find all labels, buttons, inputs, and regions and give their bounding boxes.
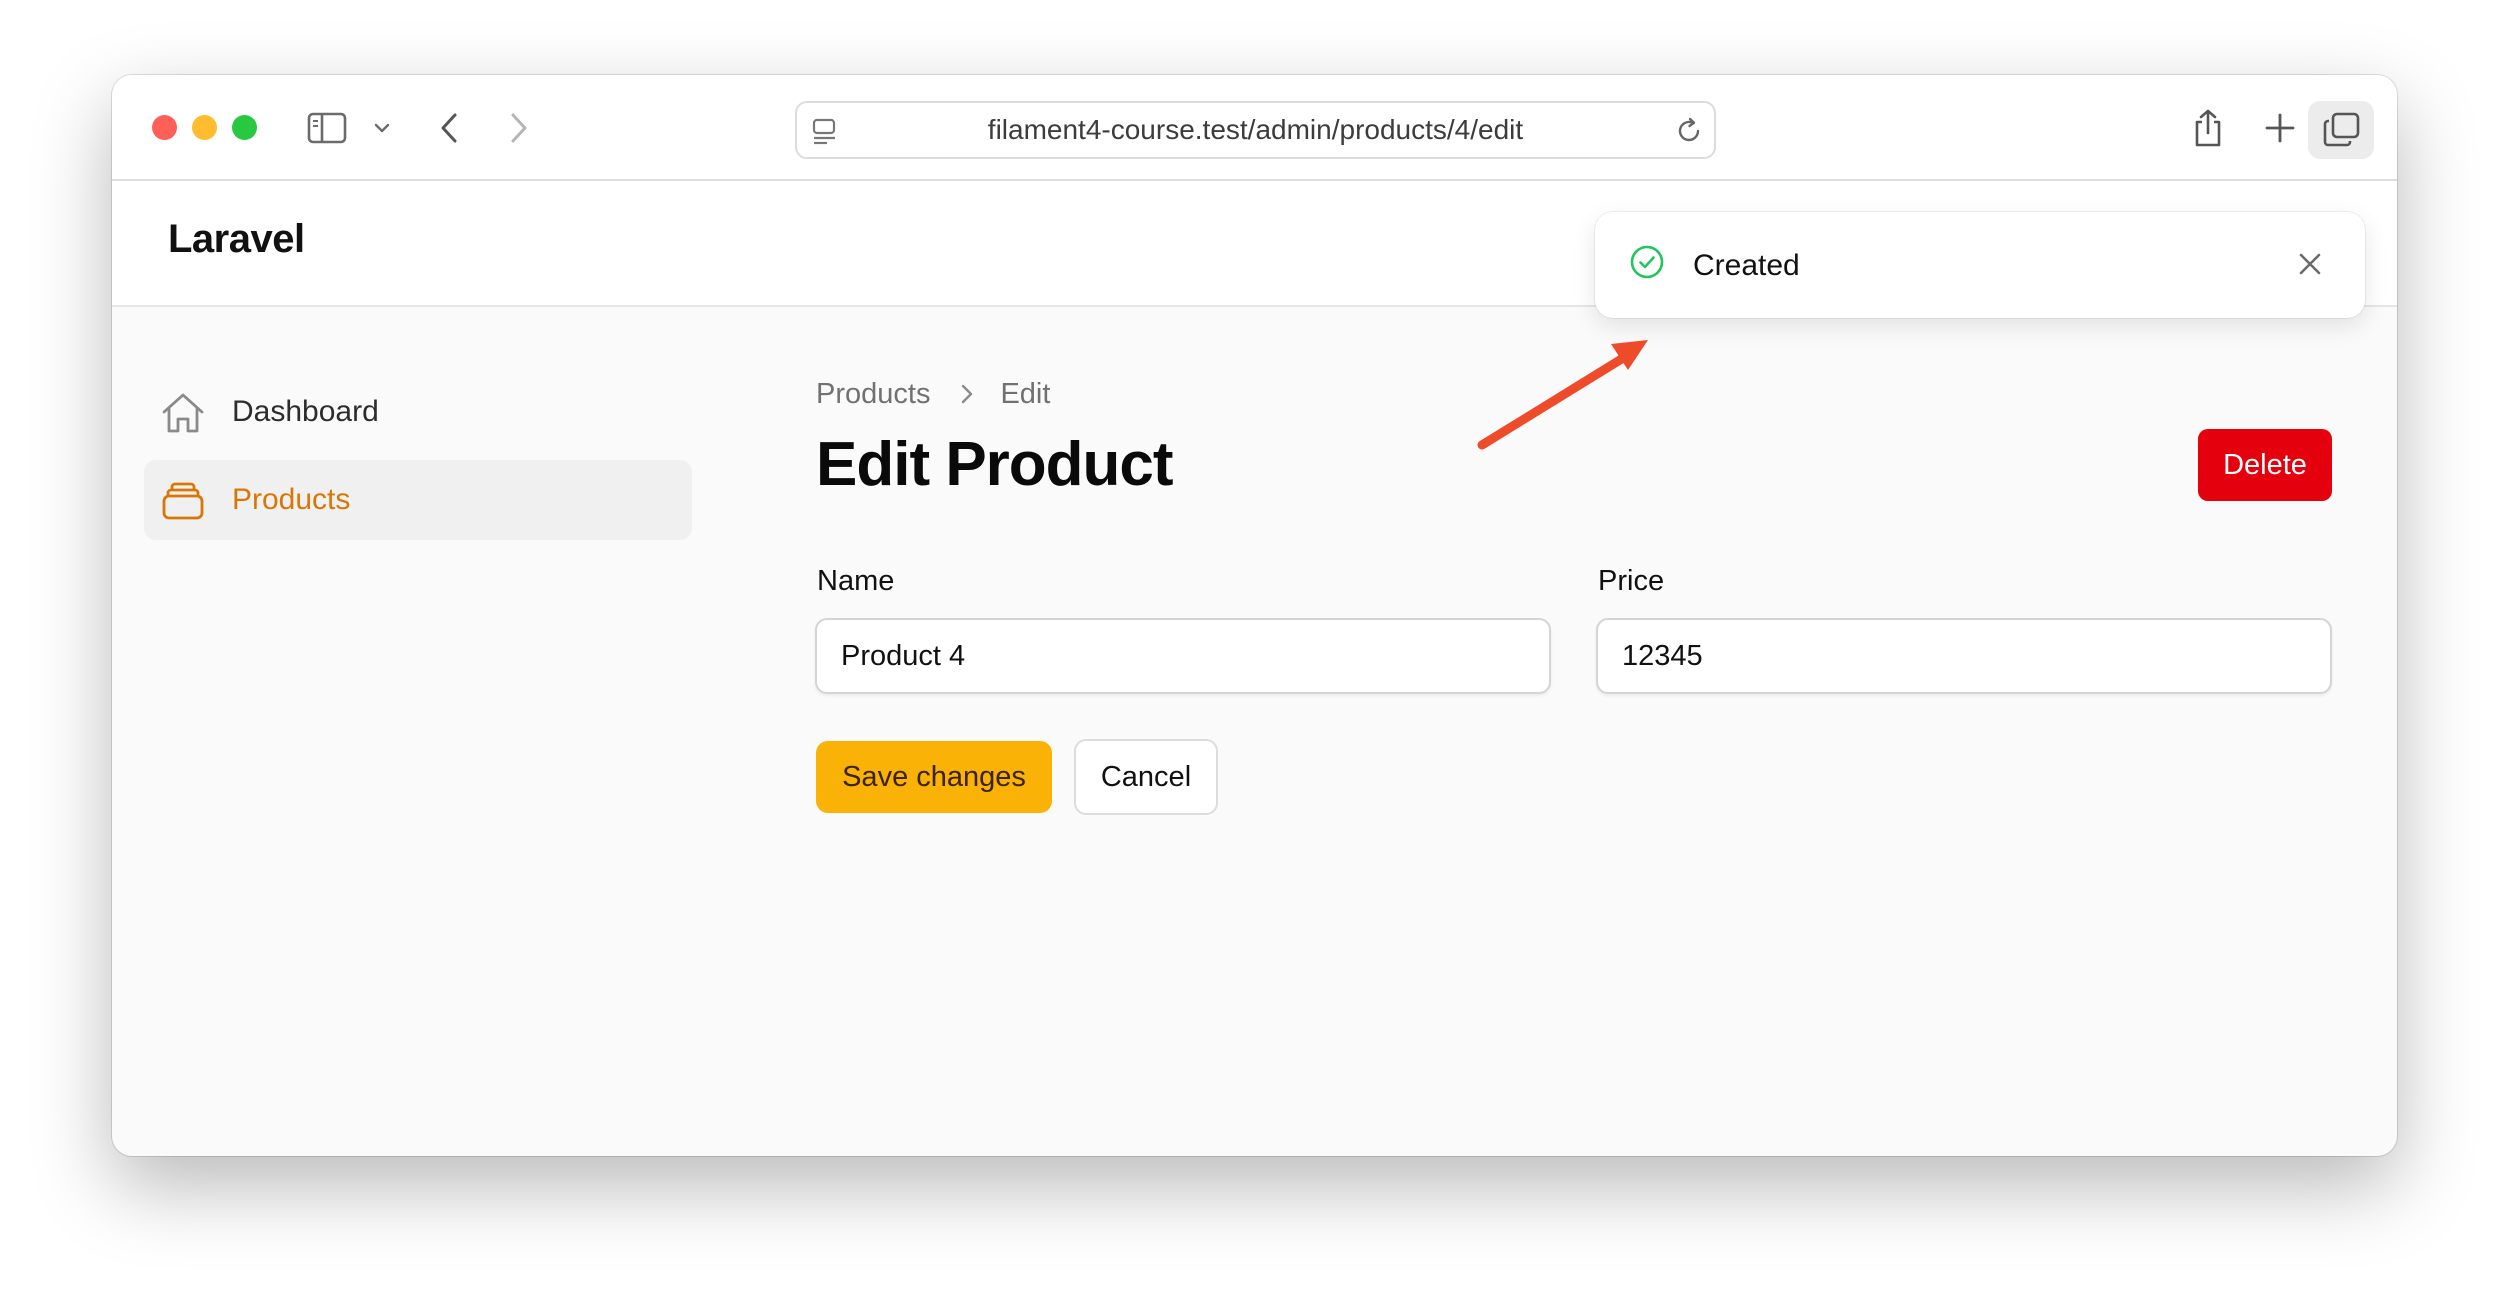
new-tab-icon[interactable] [2260,105,2300,151]
chevron-down-icon[interactable] [370,105,394,151]
minimize-window-button[interactable] [192,115,217,140]
page-title: Edit Product [816,430,1174,499]
reload-icon[interactable] [1674,116,1704,151]
share-icon[interactable] [2188,105,2228,151]
price-label: Price [1598,565,1665,597]
tab-overview-button[interactable] [2308,101,2374,159]
forward-arrow-icon[interactable] [504,105,534,151]
breadcrumb-link-products[interactable]: Products [816,378,930,411]
name-input[interactable]: Product 4 [815,618,1551,694]
breadcrumb: Products Edit [816,374,1050,414]
zoom-window-button[interactable] [232,115,257,140]
home-icon [160,390,206,441]
notification-toast: Created [1595,212,2365,318]
back-arrow-icon[interactable] [434,105,464,151]
breadcrumb-current: Edit [1000,377,1051,410]
url-text: filament4-course.test/admin/products/4/e… [987,114,1524,145]
browser-toolbar: filament4-course.test/admin/products/4/e… [112,75,2397,181]
rectangle-stack-icon [160,478,206,529]
sidebar-item-label: Dashboard [232,395,379,428]
sidebar-item-label: Products [232,483,351,516]
brand-logo[interactable]: Laravel [168,217,305,262]
sidebar-item-dashboard[interactable]: Dashboard [144,372,692,452]
notification-title: Created [1693,249,1800,282]
delete-button[interactable]: Delete [2198,429,2332,501]
chevron-right-icon [960,383,974,405]
cancel-button[interactable]: Cancel [1074,739,1218,815]
close-window-button[interactable] [152,115,177,140]
tab-overview-icon [2323,112,2360,147]
close-icon[interactable] [2295,249,2325,284]
check-circle-icon [1628,243,1666,286]
save-changes-button[interactable]: Save changes [816,741,1052,813]
address-bar[interactable]: filament4-course.test/admin/products/4/e… [795,101,1716,159]
sidebar-item-products[interactable]: Products [144,460,692,540]
sidebar-toggle-icon[interactable] [306,105,348,151]
price-input[interactable]: 12345 [1596,618,2332,694]
name-label: Name [817,565,895,597]
browser-window: filament4-course.test/admin/products/4/e… [112,75,2397,1156]
